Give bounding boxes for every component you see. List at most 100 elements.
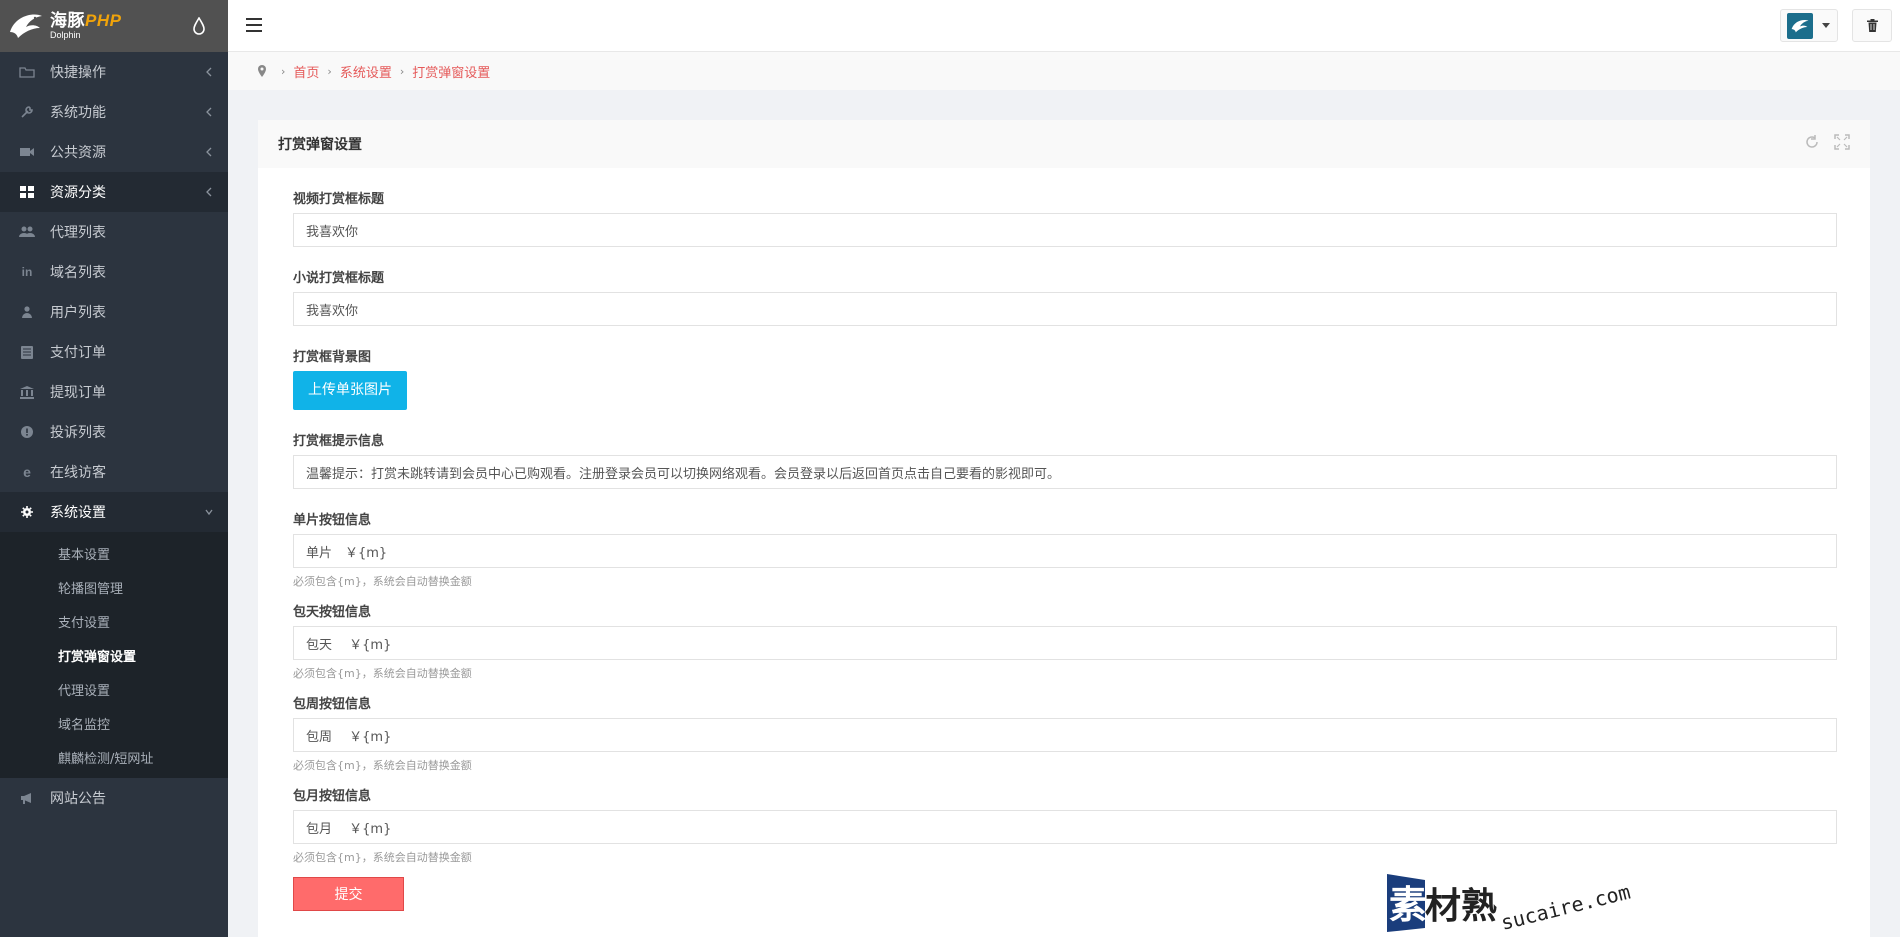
tip-label: 打赏框提示信息 [293,434,385,449]
brand[interactable]: 海豚PHP Dolphin [0,0,228,52]
breadcrumb-separator: › [327,64,332,78]
month-help-text: 必须包含{m}，系统会自动替换金额 [293,851,472,864]
submit-button[interactable]: 提交 [293,877,404,911]
sidebar-item-label: 代理列表 [50,225,106,241]
sidebar-item-label: 系统设置 [50,505,106,521]
form-group-bg-image: 打赏框背景图 上传单张图片 [293,346,1835,410]
video-title-input[interactable] [293,213,1837,247]
sidebar-item-user-list[interactable]: 用户列表 [0,292,228,332]
sidebar-item-label: 域名列表 [50,265,106,281]
sidebar-item-resource-categories[interactable]: 资源分类 [0,172,228,212]
sidebar-item-public-resources[interactable]: 公共资源 [0,132,228,172]
day-input[interactable] [293,626,1837,660]
sidebar-item-label: 公共资源 [50,145,106,161]
form-group-month: 包月按钮信息 必须包含{m}，系统会自动替换金额 [293,785,1837,865]
subnav-item-carousel[interactable]: 轮播图管理 [0,570,228,604]
day-help-text: 必须包含{m}，系统会自动替换金额 [293,667,472,680]
menu-toggle-icon[interactable] [246,18,262,32]
week-input[interactable] [293,718,1837,752]
single-input[interactable] [293,534,1837,568]
avatar [1787,12,1813,39]
sidebar-item-label: 网站公告 [50,791,106,807]
chevron-left-icon [206,187,212,197]
sidebar-item-label: 资源分类 [50,185,106,201]
clear-cache-button[interactable] [1852,9,1892,42]
sidebar-item-label: 在线访客 [50,465,106,481]
sidebar-item-label: 支付订单 [50,345,106,361]
sidebar-item-agent-list[interactable]: 代理列表 [0,212,228,252]
sidebar-item-complaint-list[interactable]: 投诉列表 [0,412,228,452]
sidebar-item-system-settings[interactable]: 系统设置 [0,492,228,532]
subnav-item-short-url[interactable]: 麒麟检测/短网址 [0,740,228,774]
gear-icon [18,505,36,519]
sidebar-item-site-notice[interactable]: 网站公告 [0,778,228,818]
subnav-item-domain-monitor[interactable]: 域名监控 [0,706,228,740]
water-drop-icon[interactable] [192,17,206,35]
form-group-novel-title: 小说打赏框标题 [293,267,1837,326]
video-camera-icon [18,145,36,159]
single-label: 单片按钮信息 [293,513,372,528]
chevron-left-icon [206,107,212,117]
sidebar-item-online-visitors[interactable]: e 在线访客 [0,452,228,492]
subnav-item-basic-settings[interactable]: 基本设置 [0,536,228,570]
video-title-label: 视频打赏框标题 [293,192,385,207]
linkedin-icon: in [21,265,33,279]
grid-icon [18,185,36,199]
sidebar-nav: 快捷操作 系统功能 公共资源 资源分类 代理列表 in 域名列表 用户列表 支付… [0,52,228,532]
novel-title-input[interactable] [293,292,1837,326]
user-menu-button[interactable] [1780,9,1838,42]
sidebar-item-payment-orders[interactable]: 支付订单 [0,332,228,372]
form-group-video-title: 视频打赏框标题 [293,188,1837,247]
breadcrumb-current-link[interactable]: 打赏弹窗设置 [412,62,490,81]
chevron-left-icon [206,147,212,157]
chevron-left-icon [206,67,212,77]
week-help-text: 必须包含{m}，系统会自动替换金额 [293,759,472,772]
form-group-tip: 打赏框提示信息 [293,430,1837,489]
settings-card: 打赏弹窗设置 视频打赏框标题 小说打赏框标题 打赏框背景图 上传单张图片 打赏框… [258,120,1870,937]
month-input[interactable] [293,810,1837,844]
week-label: 包周按钮信息 [293,697,372,712]
sidebar: 海豚PHP Dolphin 快捷操作 系统功能 公共资源 资源分类 代理列表 i… [0,0,228,937]
fullscreen-icon[interactable] [1834,134,1850,150]
bg-image-label: 打赏框背景图 [293,350,372,365]
chevron-down-icon [205,509,213,516]
card-body: 视频打赏框标题 小说打赏框标题 打赏框背景图 上传单张图片 打赏框提示信息 单片… [258,168,1870,911]
subnav-item-agent-settings[interactable]: 代理设置 [0,672,228,706]
users-icon [18,225,36,239]
breadcrumb-separator: › [281,64,286,78]
breadcrumb-separator: › [399,64,405,78]
form-group-week: 包周按钮信息 必须包含{m}，系统会自动替换金额 [293,693,1837,773]
card-header: 打赏弹窗设置 [258,120,1870,168]
day-label: 包天按钮信息 [293,605,372,620]
sidebar-item-label: 快捷操作 [50,65,106,81]
brand-text: 海豚PHP Dolphin [50,12,121,40]
map-pin-icon [258,65,266,77]
sidebar-item-system-functions[interactable]: 系统功能 [0,92,228,132]
wrench-icon [18,105,36,119]
tip-input[interactable] [293,455,1837,489]
user-icon [18,305,36,319]
brand-name-main: 海豚 [50,11,85,30]
edge-icon: e [23,464,31,480]
sidebar-item-label: 提现订单 [50,385,106,401]
trash-icon [1866,19,1878,32]
breadcrumb-home-link[interactable]: 首页 [293,62,319,81]
sidebar-item-label: 用户列表 [50,305,106,321]
dolphin-logo-icon [6,9,46,43]
upload-image-button[interactable]: 上传单张图片 [293,371,407,410]
caret-down-icon [1822,23,1830,28]
subnav-item-payment-settings[interactable]: 支付设置 [0,604,228,638]
refresh-icon[interactable] [1804,134,1820,150]
brand-name-sub: Dolphin [50,30,81,40]
folder-icon [18,65,36,79]
single-help-text: 必须包含{m}，系统会自动替换金额 [293,575,472,588]
sidebar-item-label: 投诉列表 [50,425,106,441]
card-tools [1804,134,1850,150]
sidebar-item-quick-actions[interactable]: 快捷操作 [0,52,228,92]
subnav-item-reward-popup[interactable]: 打赏弹窗设置 [0,638,228,672]
alert-icon [18,425,36,439]
system-settings-submenu: 基本设置 轮播图管理 支付设置 打赏弹窗设置 代理设置 域名监控 麒麟检测/短网… [0,532,228,778]
breadcrumb-system-settings-link[interactable]: 系统设置 [340,62,392,81]
sidebar-item-domain-list[interactable]: in 域名列表 [0,252,228,292]
sidebar-item-withdraw-orders[interactable]: 提现订单 [0,372,228,412]
